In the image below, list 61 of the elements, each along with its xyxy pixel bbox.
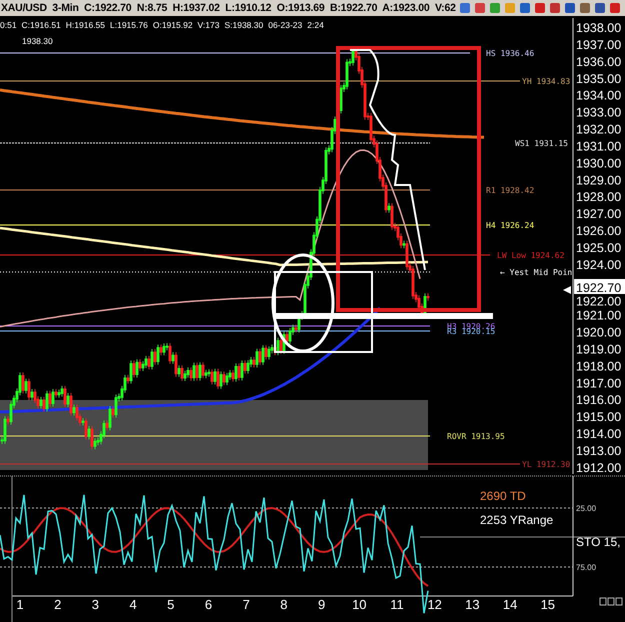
- level-label: HS 1936.46: [486, 49, 534, 58]
- level-label: WS1 1931.15: [515, 139, 568, 148]
- price-axis-label: 1920.00: [576, 326, 622, 340]
- price-axis-label: 1921.00: [576, 308, 622, 323]
- time-axis-label: 3: [92, 597, 100, 612]
- level-label: LW Low 1924.62: [497, 251, 564, 260]
- price-axis-label: 1914.00: [576, 427, 622, 442]
- time-axis-label: 8: [280, 597, 288, 612]
- price-axis-label: 1918.00: [576, 359, 622, 374]
- stat-label: 2690 TD: [480, 489, 526, 503]
- price-axis-label: 1922.00: [576, 294, 622, 309]
- time-axis-label: 6: [204, 597, 212, 612]
- time-axis-label: 11: [390, 597, 404, 612]
- price-axis-label: 1915.00: [576, 410, 622, 424]
- price-axis-label: 1927.00: [576, 207, 622, 222]
- level-label: YH 1934.83: [522, 77, 570, 86]
- price-axis-label: 1937.00: [576, 38, 622, 52]
- time-axis-label: 4: [129, 597, 137, 612]
- price-axis-label: 1932.00: [576, 122, 622, 137]
- level-label: R1 1928.42: [486, 186, 534, 195]
- time-axis-label: 14: [502, 597, 518, 612]
- price-axis-label: 1912.00: [576, 460, 622, 475]
- time-axis-label: 13: [465, 597, 480, 612]
- level-label: ROVR 1913.95: [447, 432, 505, 441]
- price-axis-label: 1931.00: [576, 139, 622, 154]
- last-price-tag: 1922.70: [574, 279, 625, 295]
- time-axis-label: 12: [427, 597, 442, 612]
- stat-label: 2253 YRange: [480, 513, 554, 527]
- price-axis-label: 1924.00: [576, 258, 622, 272]
- time-axis-label: 2: [54, 597, 62, 612]
- price-axis-label: 1913.00: [576, 444, 622, 458]
- time-axis-label: 10: [352, 597, 367, 612]
- level-label: H4 1926.24: [486, 221, 534, 230]
- time-axis-label: 7: [242, 597, 250, 612]
- level-label: YL 1912.30: [522, 460, 570, 469]
- price-axis-label: 1919.00: [576, 342, 622, 356]
- price-axis-label: 1917.00: [576, 376, 622, 390]
- price-axis-label: 1926.00: [576, 224, 622, 238]
- price-axis-label: 1928.00: [576, 190, 622, 204]
- price-axis-label: 1929.00: [576, 173, 622, 188]
- price-axis-label: 1938.00: [576, 21, 622, 35]
- price-axis-label: 1925.00: [576, 240, 622, 255]
- time-axis-label: 9: [318, 597, 326, 612]
- panel-buttons-icon[interactable]: [600, 598, 622, 606]
- top-label: 1938.30: [22, 36, 53, 46]
- price-axis-label: 1935.00: [576, 72, 622, 86]
- quote-line: XAU/USD 3-Min C:1922.70 N:8.75 H:1937.02 L:1910.12 O:1913.69 B:1922.70 A:1923.00 V:62: [0, 2, 457, 14]
- price-axis-label: 1936.00: [576, 54, 622, 69]
- level-label: ← Yest Mid Poin: [500, 268, 572, 277]
- info-line: 0:51 C:1916.51 H:1916.55 L:1915.76 O:1915.92 V:173 S:1938.30 06-23-23 2:24: [0, 20, 324, 30]
- price-axis-label: 1916.00: [576, 393, 622, 408]
- oscillator-scale-label: 25.00: [576, 504, 596, 513]
- oscillator-scale-label: 75.00: [576, 563, 596, 572]
- price-axis-label: 1930.00: [576, 156, 622, 170]
- price-axis-label: 1933.00: [576, 106, 622, 120]
- time-axis-label: 5: [167, 597, 174, 612]
- price-axis-label: 1934.00: [576, 88, 622, 103]
- arrow-icon: [563, 286, 571, 294]
- indicator-name: STO 15,: [576, 535, 620, 549]
- time-axis-label: 15: [540, 597, 556, 612]
- time-axis-label: 1: [16, 597, 24, 612]
